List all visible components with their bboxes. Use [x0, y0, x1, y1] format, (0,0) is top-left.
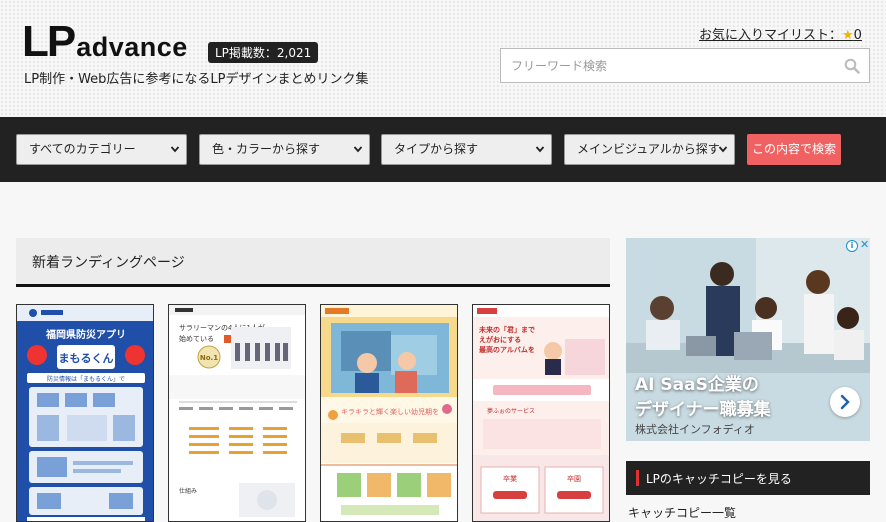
visual-select[interactable]: メインビジュアルから探す — [564, 134, 735, 165]
close-icon[interactable]: ✕ — [860, 239, 869, 251]
lp-card[interactable]: サラリーマンの4人に1人が 始めている No.1 仕組み — [168, 304, 306, 522]
card1-line2: まもるくん — [59, 352, 114, 365]
category-select[interactable]: すべてのカテゴリー — [16, 134, 187, 165]
card4-line6: 卒園 — [567, 474, 581, 483]
mylist-label: お気に入りマイリスト： — [699, 28, 843, 43]
chevron-right-icon — [840, 394, 850, 410]
section-heading: 新着ランディングページ — [32, 255, 185, 271]
lp-count-badge: LP掲載数：2,021 — [208, 42, 319, 63]
catchcopy-list-link[interactable]: キャッチコピー一覧 — [628, 504, 736, 521]
catchcopy-heading-text: LPのキャッチコピーを見る — [646, 472, 792, 486]
category-select-value: すべてのカテゴリー — [29, 142, 136, 156]
logo-lp: LP — [22, 17, 76, 66]
search-box — [500, 48, 870, 83]
card4-line2: えがおにする — [479, 335, 521, 344]
card2-line4: 仕組み — [179, 487, 197, 495]
card1-line1: 福岡県防災アプリ — [45, 328, 126, 341]
type-select[interactable]: タイプから探す — [381, 134, 552, 165]
lp-card[interactable]: 福岡県防災アプリ まもるくん 防災情報は「まもるくん」で — [16, 304, 154, 522]
card4-line1: 未来の「君」まで — [479, 325, 535, 334]
sidebar-ad[interactable]: AI SaaS企業の デザイナー職募集 株式会社インフォディオ i ✕ — [626, 238, 870, 441]
ad-info-icon[interactable]: i — [846, 240, 858, 252]
lp-thumbnail: キラキラと輝く楽しい幼児期を — [321, 305, 457, 521]
visual-select-value: メインビジュアルから探す — [577, 142, 720, 156]
search-icon[interactable] — [844, 58, 860, 74]
card2-line3: No.1 — [200, 354, 218, 362]
site-logo[interactable]: LP advance — [22, 17, 188, 66]
card4-line5: 卒業 — [503, 474, 517, 483]
logo-advance: advance — [76, 32, 188, 62]
card4-line4: 夢ふぉのサービス — [487, 407, 535, 415]
ad-title-line2: デザイナー職募集 — [635, 400, 771, 420]
lp-card[interactable]: 未来の「君」まで えがおにする 最高のアルバムを 夢ふぉのサービス 卒業 卒園 — [472, 304, 610, 522]
card4-line3: 最高のアルバムを — [479, 345, 535, 354]
chevron-down-icon — [535, 146, 545, 153]
chevron-down-icon — [353, 146, 363, 153]
star-icon: ★ — [842, 28, 854, 43]
chevron-down-icon — [718, 146, 728, 153]
ad-title-line1: AI SaaS企業の — [635, 375, 759, 395]
new-lp-heading-box: 新着ランディングページ — [16, 238, 610, 287]
color-select[interactable]: 色・カラーから探す — [199, 134, 370, 165]
site-header: LP advance LP掲載数：2,021 LP制作・Web広告に参考になるL… — [0, 0, 886, 117]
type-select-value: タイプから探す — [394, 142, 479, 156]
ad-next-button[interactable] — [830, 387, 860, 417]
color-select-value: 色・カラーから探す — [212, 142, 321, 156]
lp-thumbnail: 未来の「君」まで えがおにする 最高のアルバムを 夢ふぉのサービス 卒業 卒園 — [473, 305, 609, 521]
filter-bar: すべてのカテゴリー 色・カラーから探す タイプから探す メインビジュアルから探す… — [0, 117, 886, 182]
card1-line3: 防災情報は「まもるくん」で — [47, 375, 125, 383]
card3-line1: キラキラと輝く楽しい幼児期を — [341, 407, 439, 416]
card2-line2: 始めている — [179, 334, 214, 343]
filter-search-button[interactable]: この内容で検索 — [747, 134, 841, 165]
search-input[interactable] — [501, 49, 821, 82]
favorite-mylist-link[interactable]: お気に入りマイリスト：★0 — [699, 24, 862, 43]
lp-thumbnail: サラリーマンの4人に1人が 始めている No.1 仕組み — [169, 305, 305, 521]
site-tagline: LP制作・Web広告に参考になるLPデザインまとめリンク集 — [24, 72, 369, 87]
chevron-down-icon — [170, 146, 180, 153]
ad-company: 株式会社インフォディオ — [635, 423, 755, 436]
lp-card[interactable]: キラキラと輝く楽しい幼児期を — [320, 304, 458, 522]
mylist-count: 0 — [853, 28, 862, 43]
heading-accent-bar — [636, 470, 639, 486]
catchcopy-heading[interactable]: LPのキャッチコピーを見る — [626, 461, 870, 495]
lp-thumbnail: 福岡県防災アプリ まもるくん 防災情報は「まもるくん」で — [17, 305, 153, 521]
